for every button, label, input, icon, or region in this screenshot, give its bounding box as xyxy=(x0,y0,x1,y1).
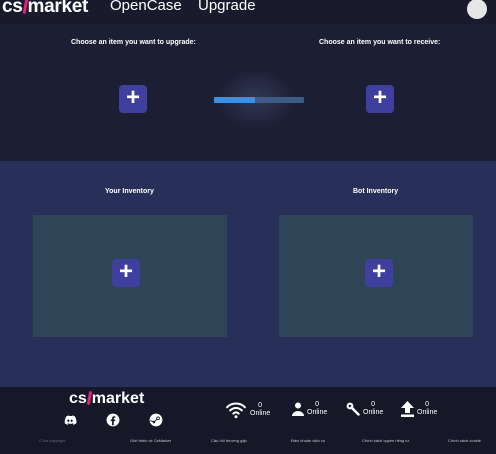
choose-upgrade-label: Choose an item you want to upgrade: xyxy=(71,39,196,46)
footer-logo[interactable]: cs market xyxy=(69,390,144,408)
stat-wifi-label: Online xyxy=(250,410,271,417)
footer-link-cookies[interactable]: Chính sách cookie xyxy=(448,438,481,443)
wifi-icon xyxy=(226,402,246,419)
upgrade-progress-fill xyxy=(214,97,255,103)
arrow-up-icon xyxy=(401,401,414,417)
top-header: cs market OpenCase Upgrade xyxy=(0,0,496,24)
inventory-panel: Your Inventory Bot Inventory + + xyxy=(0,161,496,387)
choose-receive-label: Choose an item you want to receive: xyxy=(319,39,441,46)
footer-logo-market-text: market xyxy=(91,390,145,407)
stat-wifi-count: 0 xyxy=(258,402,263,409)
footer-link-faq[interactable]: Câu hỏi thường gặp xyxy=(211,438,247,443)
stat-user: 0 Online xyxy=(292,401,327,417)
logo-cs-text: cs xyxy=(2,0,23,17)
footer-logo-cs-text: cs xyxy=(69,390,87,407)
nav-opencase[interactable]: OpenCase xyxy=(110,0,182,14)
add-upgrade-item-button[interactable]: + xyxy=(119,85,147,113)
user-avatar[interactable] xyxy=(467,0,487,19)
site-footer: cs market 0 Online 0 Online 0 Online 0 O… xyxy=(0,387,496,454)
stat-user-label: Online xyxy=(307,409,328,416)
site-logo[interactable]: cs market xyxy=(2,0,88,18)
nav-upgrade[interactable]: Upgrade xyxy=(198,0,256,14)
add-receive-item-button[interactable]: + xyxy=(366,85,394,113)
discord-icon[interactable] xyxy=(63,413,77,427)
footer-link-about[interactable]: Giới thiệu về CsMarket xyxy=(130,438,171,443)
stat-wrench-label: Online xyxy=(363,409,384,416)
upgrade-panel: Choose an item you want to upgrade: Choo… xyxy=(0,24,496,161)
stat-upload: 0 Online xyxy=(401,401,437,417)
plus-icon: + xyxy=(371,258,386,285)
plus-icon: + xyxy=(372,84,387,111)
stat-wrench: 0 Online xyxy=(346,401,383,417)
wrench-icon xyxy=(346,402,360,416)
your-inventory-title: Your Inventory xyxy=(105,188,154,195)
plus-icon: + xyxy=(118,258,133,285)
stat-upload-label: Online xyxy=(417,409,438,416)
copyright-text: © No copyright xyxy=(39,438,66,443)
stat-wrench-count: 0 xyxy=(371,401,376,408)
stat-upload-count: 0 xyxy=(425,401,430,408)
add-your-inventory-button[interactable]: + xyxy=(112,259,140,287)
logo-market-text: market xyxy=(27,0,89,17)
stat-user-count: 0 xyxy=(315,401,320,408)
bot-inventory-title: Bot Inventory xyxy=(353,188,399,195)
stat-wifi: 0 Online xyxy=(225,401,270,419)
footer-links: © No copyright Giới thiệu về CsMarket Câ… xyxy=(0,438,496,446)
footer-link-privacy[interactable]: Chính sách quyền riêng tư xyxy=(362,438,409,443)
user-icon xyxy=(292,402,304,416)
footer-link-terms[interactable]: Điều khoản dịch vụ xyxy=(291,438,325,443)
facebook-icon[interactable] xyxy=(106,413,120,427)
steam-icon[interactable] xyxy=(149,413,163,427)
add-bot-inventory-button[interactable]: + xyxy=(365,259,393,287)
upgrade-progress-bar xyxy=(214,97,304,103)
plus-icon: + xyxy=(125,84,140,111)
